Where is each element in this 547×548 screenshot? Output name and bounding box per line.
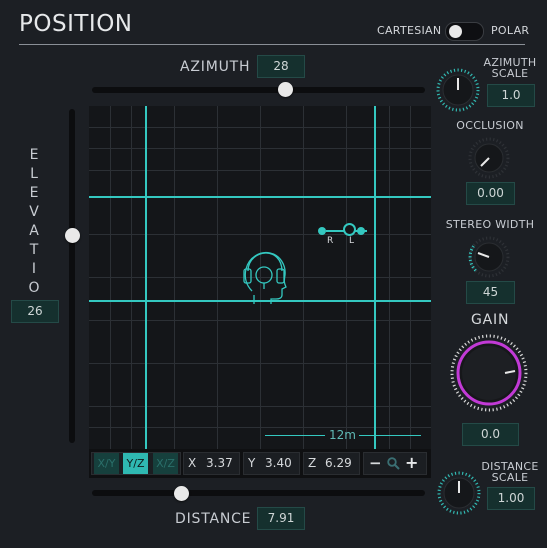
distance-slider-thumb[interactable] xyxy=(174,486,190,501)
grid-line xyxy=(89,127,431,128)
elevation-slider-track[interactable] xyxy=(69,109,75,443)
distance-label: DISTANCE xyxy=(175,511,252,527)
elevation-slider-thumb[interactable] xyxy=(65,228,80,244)
elevation-letter: I xyxy=(31,261,37,277)
azimuth-scale-value-field[interactable]: 1.0 xyxy=(487,84,535,107)
plane-xy-button[interactable]: X/Y xyxy=(94,453,119,474)
boundary-line-horizontal-top[interactable] xyxy=(89,196,431,198)
y-value[interactable]: 3.40 xyxy=(265,453,292,474)
grid-line xyxy=(89,427,431,428)
occlusion-label: OCCLUSION xyxy=(456,119,524,132)
grid-line xyxy=(89,170,431,171)
x-value[interactable]: 3.37 xyxy=(206,453,233,474)
zoom-in-button[interactable]: + xyxy=(405,452,418,473)
elevation-letter: E xyxy=(29,147,39,163)
x-label: X xyxy=(188,456,197,470)
azimuth-scale-knob[interactable] xyxy=(435,67,481,113)
azimuth-label: AZIMUTH xyxy=(180,59,251,75)
listener-head-icon xyxy=(243,251,287,304)
elevation-letter: T xyxy=(29,242,39,258)
distance-scale-label-line2: SCALE xyxy=(491,471,529,484)
elevation-letter: A xyxy=(29,223,39,239)
mode-cartesian-label[interactable]: CARTESIAN xyxy=(377,24,441,37)
distance-slider-track[interactable] xyxy=(92,490,425,496)
stereo-width-label: STEREO WIDTH xyxy=(445,218,535,231)
cartesian-polar-toggle[interactable] xyxy=(445,22,484,41)
elevation-letter: O xyxy=(28,280,40,296)
distance-value-field[interactable]: 7.91 xyxy=(257,507,305,530)
elevation-letter: V xyxy=(29,204,39,220)
elevation-letter: E xyxy=(29,185,39,201)
plane-yz-button[interactable]: Y/Z xyxy=(123,453,148,474)
plane-xz-button[interactable]: X/Z xyxy=(153,453,178,474)
azimuth-value-field[interactable]: 28 xyxy=(257,55,305,78)
distance-scale-value-field[interactable]: 1.00 xyxy=(487,487,535,510)
grid-line xyxy=(89,148,431,149)
occlusion-value-field[interactable]: 0.00 xyxy=(466,182,515,205)
source-right-label: R xyxy=(327,236,334,246)
source-center-handle[interactable] xyxy=(343,223,356,236)
position-grid[interactable]: R L 12m xyxy=(89,106,431,449)
distance-scale-knob[interactable] xyxy=(436,470,482,516)
boundary-line-vertical-right[interactable] xyxy=(374,106,376,449)
toggle-knob[interactable] xyxy=(449,25,462,38)
azimuth-slider-thumb[interactable] xyxy=(277,82,293,97)
occlusion-knob[interactable] xyxy=(467,136,511,180)
grid-line xyxy=(89,320,431,321)
boundary-line-vertical-left[interactable] xyxy=(145,106,147,449)
zoom-out-button[interactable]: − xyxy=(369,453,382,474)
stereo-width-value-field[interactable]: 45 xyxy=(466,281,515,304)
page-title: POSITION xyxy=(19,11,133,37)
scale-bar-left xyxy=(265,435,325,436)
title-divider xyxy=(19,44,525,45)
scale-bar-right xyxy=(359,435,421,436)
source-left-dot[interactable] xyxy=(357,227,365,235)
grid-line xyxy=(89,406,431,407)
elevation-value-field[interactable]: 26 xyxy=(11,300,59,323)
y-label: Y xyxy=(248,456,256,470)
elevation-letter: L xyxy=(30,166,38,182)
mode-polar-label[interactable]: POLAR xyxy=(491,24,529,37)
scale-label: 12m xyxy=(329,428,356,442)
source-right-dot[interactable] xyxy=(318,227,326,235)
coordinate-bar: X/Y Y/Z X/Z X 3.37 Y 3.40 Z 6.29 − + xyxy=(89,449,431,478)
gain-knob[interactable] xyxy=(449,333,529,413)
z-label: Z xyxy=(308,456,317,470)
magnifier-icon xyxy=(387,457,400,470)
grid-line xyxy=(89,234,431,235)
gain-value-field[interactable]: 0.0 xyxy=(462,423,519,446)
gain-label: GAIN xyxy=(471,312,510,328)
stereo-width-knob[interactable] xyxy=(467,235,511,279)
grid-line xyxy=(89,363,431,364)
azimuth-scale-label-line2: SCALE xyxy=(491,67,529,80)
elevation-label: E L E V A T I O N xyxy=(27,146,41,317)
azimuth-slider-track[interactable] xyxy=(92,87,425,93)
source-left-label: L xyxy=(349,236,355,246)
z-value[interactable]: 6.29 xyxy=(325,453,352,474)
